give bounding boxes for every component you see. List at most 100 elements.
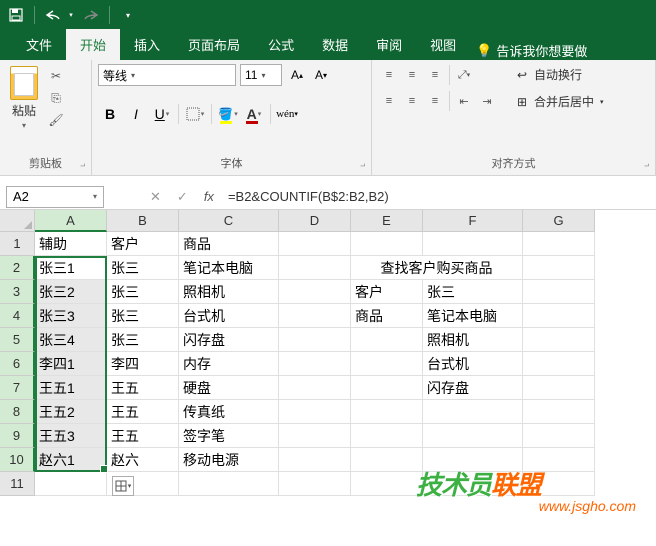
cell[interactable] (279, 232, 351, 256)
cancel-formula-icon[interactable]: ✕ (144, 189, 167, 205)
cell[interactable] (523, 232, 595, 256)
cell[interactable]: 闪存盘 (179, 328, 279, 352)
fill-color-button[interactable]: 🪣▾ (216, 102, 240, 126)
cell[interactable]: 张三 (107, 328, 179, 352)
cell[interactable] (523, 400, 595, 424)
cell[interactable] (35, 472, 107, 496)
row-header[interactable]: 1 (0, 232, 35, 256)
accept-formula-icon[interactable]: ✓ (171, 189, 194, 205)
auto-fill-options-button[interactable] (112, 476, 134, 496)
col-header-E[interactable]: E (351, 210, 423, 232)
cell[interactable]: 客户 (351, 280, 423, 304)
cell[interactable]: 李四1 (35, 352, 107, 376)
row-header[interactable]: 5 (0, 328, 35, 352)
cell[interactable] (423, 232, 523, 256)
indent-decrease-icon[interactable]: ⇤ (453, 90, 475, 112)
cell[interactable] (423, 400, 523, 424)
col-header-D[interactable]: D (279, 210, 351, 232)
cell[interactable] (279, 256, 351, 280)
tab-review[interactable]: 审阅 (362, 29, 416, 60)
copy-icon[interactable]: ⎘ (46, 90, 66, 106)
orientation-icon[interactable]: ⤢▾ (453, 64, 475, 86)
merge-center-button[interactable]: ⊞ 合并后居中 ▾ (510, 91, 608, 112)
cell[interactable] (351, 376, 423, 400)
cell[interactable]: 笔记本电脑 (423, 304, 523, 328)
cell-merged[interactable]: 查找客户购买商品 (351, 256, 523, 280)
cell[interactable]: 王五1 (35, 376, 107, 400)
tab-view[interactable]: 视图 (416, 29, 470, 60)
cell[interactable] (279, 376, 351, 400)
tab-data[interactable]: 数据 (308, 29, 362, 60)
cell[interactable] (523, 304, 595, 328)
cell[interactable]: 张三2 (35, 280, 107, 304)
cell[interactable]: 客户 (107, 232, 179, 256)
align-right-icon[interactable]: ≡ (424, 90, 446, 112)
align-center-icon[interactable]: ≡ (401, 90, 423, 112)
tab-insert[interactable]: 插入 (120, 29, 174, 60)
cell[interactable]: 李四 (107, 352, 179, 376)
cell[interactable] (351, 352, 423, 376)
font-size-combo[interactable]: 11▾ (240, 64, 282, 86)
cell[interactable]: 王五 (107, 424, 179, 448)
cell[interactable]: 王五 (107, 400, 179, 424)
cell[interactable]: 商品 (179, 232, 279, 256)
fx-icon[interactable]: fx (198, 189, 220, 205)
wrap-text-button[interactable]: ↩ 自动换行 (510, 64, 608, 85)
cell[interactable]: 签字笔 (179, 424, 279, 448)
increase-font-icon[interactable]: A▴ (286, 64, 308, 86)
align-top-icon[interactable]: ≡ (378, 64, 400, 86)
col-header-G[interactable]: G (523, 210, 595, 232)
row-header[interactable]: 9 (0, 424, 35, 448)
cell[interactable] (523, 376, 595, 400)
cell[interactable] (279, 304, 351, 328)
indent-increase-icon[interactable]: ⇥ (476, 90, 498, 112)
decrease-font-icon[interactable]: A▾ (310, 64, 332, 86)
col-header-F[interactable]: F (423, 210, 523, 232)
cell[interactable]: 照相机 (423, 328, 523, 352)
row-header[interactable]: 3 (0, 280, 35, 304)
cell[interactable]: 张三 (107, 256, 179, 280)
customize-qat-icon[interactable]: ▾ (120, 8, 136, 22)
font-color-button[interactable]: A▾ (242, 102, 266, 126)
row-header[interactable]: 11 (0, 472, 35, 496)
cell[interactable]: 张三 (107, 280, 179, 304)
cell[interactable] (523, 256, 595, 280)
cell[interactable]: 王五2 (35, 400, 107, 424)
phonetic-button[interactable]: wén▾ (275, 102, 299, 126)
font-name-combo[interactable]: 等线▾ (98, 64, 236, 86)
cell[interactable]: 商品 (351, 304, 423, 328)
cell[interactable]: 张三 (423, 280, 523, 304)
cell[interactable] (351, 400, 423, 424)
select-all-button[interactable] (0, 210, 35, 232)
formula-input[interactable]: =B2&COUNTIF(B$2:B2,B2) (220, 189, 656, 204)
tab-home[interactable]: 开始 (66, 29, 120, 60)
italic-button[interactable]: I (124, 102, 148, 126)
col-header-B[interactable]: B (107, 210, 179, 232)
cell[interactable] (523, 352, 595, 376)
cell[interactable]: 张三3 (35, 304, 107, 328)
cell[interactable]: 内存 (179, 352, 279, 376)
cell[interactable] (351, 472, 423, 496)
cell[interactable]: 台式机 (179, 304, 279, 328)
tell-me[interactable]: 💡 告诉我你想要做 (476, 41, 587, 60)
cell[interactable] (279, 280, 351, 304)
cell[interactable] (179, 472, 279, 496)
cell[interactable] (523, 328, 595, 352)
cell[interactable]: 张三4 (35, 328, 107, 352)
cell[interactable]: 传真纸 (179, 400, 279, 424)
col-header-A[interactable]: A (35, 210, 107, 232)
cell[interactable] (279, 448, 351, 472)
paste-button[interactable]: 粘贴 ▾ (6, 64, 42, 132)
cell[interactable] (351, 448, 423, 472)
cell[interactable] (523, 280, 595, 304)
borders-button[interactable]: ▾ (183, 102, 207, 126)
align-left-icon[interactable]: ≡ (378, 90, 400, 112)
row-header[interactable]: 8 (0, 400, 35, 424)
cell[interactable] (351, 232, 423, 256)
cell[interactable] (351, 328, 423, 352)
row-header[interactable]: 2 (0, 256, 35, 280)
cell[interactable]: 王五 (107, 376, 179, 400)
format-painter-icon[interactable]: 🖌 (46, 112, 66, 128)
tab-formulas[interactable]: 公式 (254, 29, 308, 60)
row-header[interactable]: 6 (0, 352, 35, 376)
